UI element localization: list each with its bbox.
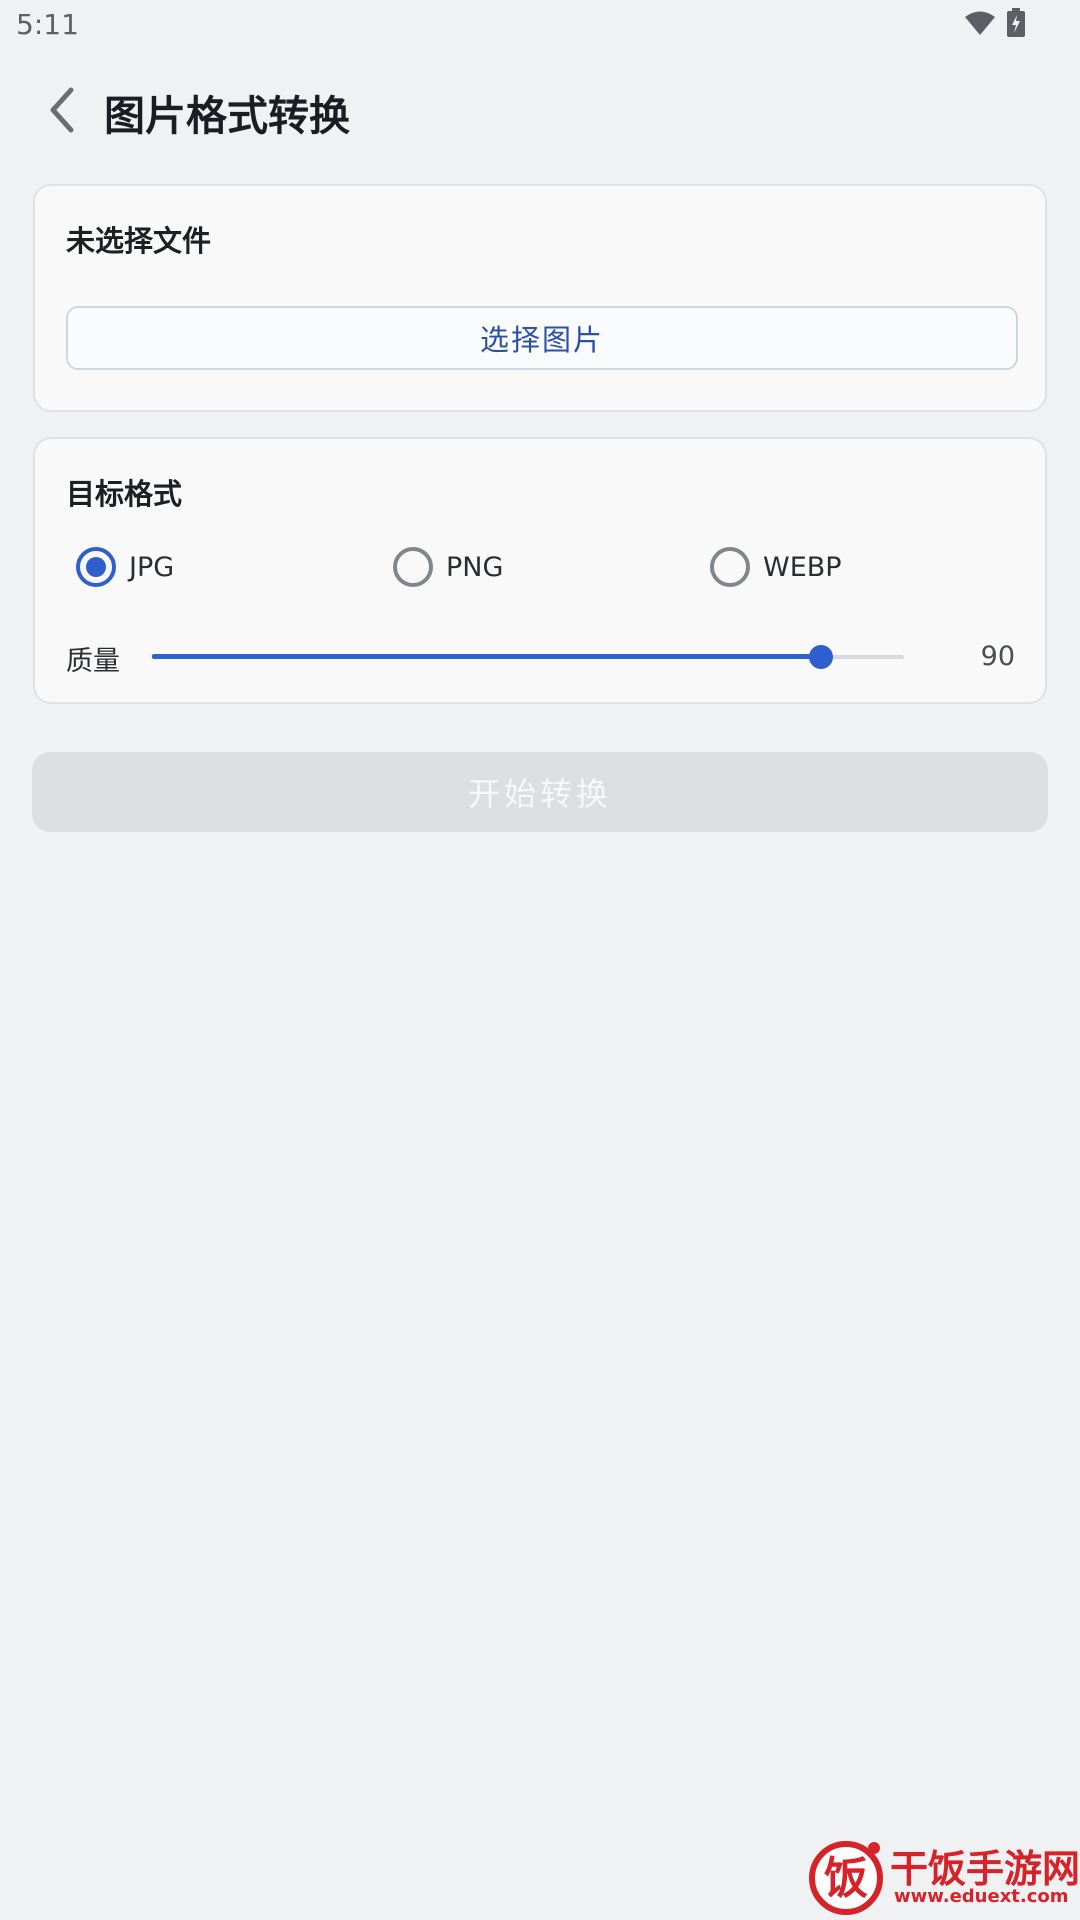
watermark-name: 干饭手游网 <box>890 1847 1080 1891</box>
quality-slider[interactable] <box>152 639 904 675</box>
file-card: 未选择文件 选择图片 <box>33 184 1047 412</box>
app-bar: 图片格式转换 <box>0 70 1080 150</box>
select-image-button[interactable]: 选择图片 <box>66 306 1018 370</box>
quality-value: 90 <box>980 641 1015 672</box>
watermark: 饭 干饭手游网 www.eduext.com <box>806 1836 1080 1916</box>
wifi-icon <box>964 10 996 40</box>
radio-button-webp[interactable] <box>710 547 750 587</box>
radio-label-jpg: JPG <box>129 551 175 583</box>
radio-option-jpg[interactable]: JPG <box>76 545 174 589</box>
page-title: 图片格式转换 <box>104 92 350 140</box>
watermark-logo-char: 饭 <box>824 1853 868 1904</box>
format-heading: 目标格式 <box>66 477 183 511</box>
watermark-url: www.eduext.com <box>894 1886 1069 1907</box>
quality-label: 质量 <box>66 646 120 677</box>
radio-option-png[interactable]: PNG <box>393 545 503 589</box>
battery-icon <box>1006 8 1026 42</box>
chevron-left-icon <box>50 87 74 133</box>
status-time: 5:11 <box>16 8 79 41</box>
slider-fill <box>152 654 822 659</box>
format-card: 目标格式 JPG PNG WEBP 质量 90 <box>33 437 1047 704</box>
watermark-logo-icon: 饭 <box>809 1841 883 1915</box>
file-status-text: 未选择文件 <box>66 224 212 258</box>
back-button[interactable] <box>36 80 88 140</box>
radio-button-png[interactable] <box>393 547 433 587</box>
start-convert-button[interactable]: 开始转换 <box>32 752 1048 832</box>
radio-option-webp[interactable]: WEBP <box>710 545 842 589</box>
slider-thumb[interactable] <box>809 645 834 669</box>
radio-button-jpg[interactable] <box>76 547 116 587</box>
radio-label-webp: WEBP <box>763 551 842 583</box>
radio-label-png: PNG <box>446 551 504 583</box>
status-bar: 5:11 <box>0 0 1080 50</box>
